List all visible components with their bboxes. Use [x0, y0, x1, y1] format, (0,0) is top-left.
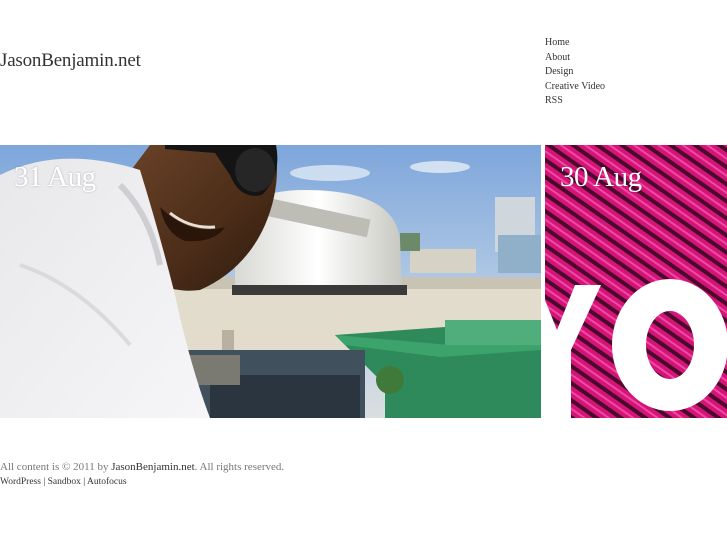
site-title-link[interactable]: JasonBenjamin.net [0, 50, 141, 72]
footer-suffix: . All rights reserved. [194, 461, 285, 473]
footer-link-wordpress[interactable]: WordPress [0, 477, 41, 487]
nav-item-about[interactable]: About [545, 51, 605, 66]
post-thumbnail-31-aug[interactable]: 31 Aug [0, 145, 541, 418]
page: JasonBenjamin.net Home About Design Crea… [0, 0, 727, 545]
nav-item-home[interactable]: Home [545, 36, 605, 51]
post-date: 31 Aug [14, 161, 96, 193]
main-nav: Home About Design Creative Video RSS [545, 36, 605, 109]
footer-link-sandbox[interactable]: Sandbox [48, 477, 81, 487]
post-date: 30 Aug [560, 161, 642, 193]
footer-prefix: All content is © 2011 by [0, 461, 112, 473]
nav-item-design[interactable]: Design [545, 65, 605, 80]
footer-credits: WordPress | Sandbox | Autofocus [0, 477, 127, 487]
footer-link-autofocus[interactable]: Autofocus [87, 477, 127, 487]
footer-separator: | [40, 477, 48, 487]
footer-copyright: All content is © 2011 by JasonBenjamin.n… [0, 461, 284, 473]
post-thumbnail-30-aug[interactable]: 30 Aug [545, 145, 727, 418]
nav-item-creative-video[interactable]: Creative Video [545, 80, 605, 95]
nav-item-rss[interactable]: RSS [545, 94, 605, 109]
footer-site-link[interactable]: JasonBenjamin.net [111, 461, 194, 473]
